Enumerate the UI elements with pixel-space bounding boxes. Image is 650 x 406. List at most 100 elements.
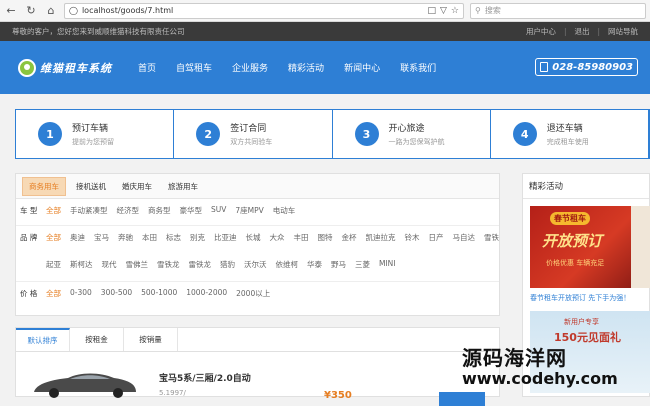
brand-option[interactable]: 凯迪拉克 bbox=[366, 232, 396, 255]
brand-option[interactable]: 奔驰 bbox=[118, 232, 133, 255]
address-bar[interactable]: ◯ localhost/goods/7.html □ ▽ ☆ bbox=[64, 2, 464, 19]
price-option[interactable]: 1000-2000 bbox=[186, 288, 227, 309]
brand-option[interactable]: 马自达 bbox=[453, 232, 476, 255]
price-option[interactable]: 0-300 bbox=[70, 288, 92, 309]
tab-airport[interactable]: 接机送机 bbox=[70, 178, 112, 195]
filter-row-brand: 品 牌 全部 奥迪 宝马 奔驰 本田 标志 别克 比亚迪 长城 大众 丰田 图特 金杯 凯迪拉克 铃木 日产马… bbox=[16, 225, 499, 281]
browser-search-field[interactable]: ⚲ 搜索 bbox=[470, 2, 646, 19]
brand-option[interactable]: 铃木 bbox=[405, 232, 420, 255]
filter-label: 车 型 bbox=[20, 206, 38, 215]
logout-link[interactable]: 退出 bbox=[574, 26, 589, 37]
price-option[interactable]: 300-500 bbox=[101, 288, 132, 309]
nav-item-news[interactable]: 新闻中心 bbox=[344, 61, 380, 74]
type-option[interactable]: 手动紧凑型 bbox=[70, 205, 108, 225]
logo[interactable]: 维猫租车系统 bbox=[18, 58, 112, 77]
book-button[interactable] bbox=[439, 392, 485, 406]
back-icon[interactable]: ← bbox=[4, 4, 18, 18]
brand-option[interactable]: 奥迪 bbox=[70, 232, 85, 255]
brand-option[interactable]: 雪铁 bbox=[484, 232, 499, 255]
price-option[interactable]: 全部 bbox=[46, 288, 61, 309]
tab-sort-default[interactable]: 默认排序 bbox=[16, 328, 70, 351]
tab-sort-sales[interactable]: 按销量 bbox=[124, 328, 178, 351]
url-text[interactable]: localhost/goods/7.html bbox=[82, 6, 424, 15]
nav-item-enterprise[interactable]: 企业服务 bbox=[232, 61, 268, 74]
site-topbar: 尊敬的客户，您好您来到威顺维猫科技有限责任公司 用户中心 | 退出 | 网站导航 bbox=[0, 22, 650, 41]
brand-option[interactable]: 图特 bbox=[318, 232, 333, 255]
brand-option[interactable]: 别克 bbox=[190, 232, 205, 255]
brand-option[interactable]: 三菱 bbox=[355, 259, 370, 282]
step-subtitle: 完成租车使用 bbox=[546, 138, 589, 146]
tab-travel[interactable]: 旅游用车 bbox=[162, 178, 204, 195]
type-option[interactable]: 7座MPV bbox=[235, 205, 263, 225]
tab-business[interactable]: 商务用车 bbox=[22, 176, 66, 196]
brand-option[interactable]: 比亚迪 bbox=[214, 232, 237, 255]
brand-option[interactable]: 斯柯达 bbox=[70, 259, 93, 282]
brand-option[interactable]: 日产 bbox=[429, 232, 444, 255]
brand-option[interactable]: 雷铁龙 bbox=[189, 259, 212, 282]
filter-options: 全部 手动紧凑型 经济型 商务型 豪华型 SUV 7座MPV 电动车 bbox=[46, 205, 295, 225]
star-icon[interactable]: ☆ bbox=[451, 6, 459, 16]
brand-option[interactable]: 起亚 bbox=[46, 259, 61, 282]
brand-option[interactable]: 雪佛兰 bbox=[126, 259, 149, 282]
tab-wedding[interactable]: 婚庆用车 bbox=[116, 178, 158, 195]
filter-row-type: 车 型 全部 手动紧凑型 经济型 商务型 豪华型 SUV 7座MPV 电动车 bbox=[16, 199, 499, 225]
promo-caption-link[interactable]: 春节租车开放预订 先下手为强！ bbox=[523, 288, 649, 303]
filter-options: 全部 0-300 300-500 500-1000 1000-2000 2000以上 bbox=[46, 288, 270, 309]
site-nav-link[interactable]: 网站导航 bbox=[608, 26, 638, 37]
brand-option[interactable]: 现代 bbox=[102, 259, 117, 282]
type-option[interactable]: SUV bbox=[211, 205, 226, 225]
pocket-icon[interactable]: ▽ bbox=[440, 6, 447, 16]
brand-option[interactable]: 宝马 bbox=[94, 232, 109, 255]
price-option[interactable]: 500-1000 bbox=[141, 288, 177, 309]
car-name[interactable]: 宝马5系/三厢/2.0自动 bbox=[159, 371, 251, 384]
car-price: ¥350 bbox=[324, 390, 352, 401]
nav-item-home[interactable]: 首页 bbox=[138, 61, 156, 74]
filter-label: 价 格 bbox=[20, 289, 38, 298]
type-option[interactable]: 商务型 bbox=[148, 205, 171, 225]
nav-item-contact[interactable]: 联系我们 bbox=[400, 61, 436, 74]
home-icon[interactable]: ⌂ bbox=[44, 4, 58, 18]
nav-item-events[interactable]: 精彩活动 bbox=[288, 61, 324, 74]
filter-row-price: 价 格 全部 0-300 300-500 500-1000 1000-2000 2000以… bbox=[16, 281, 499, 309]
brand-option[interactable]: 沃尔沃 bbox=[244, 259, 267, 282]
filter-label: 品 牌 bbox=[20, 233, 38, 242]
brand-option[interactable]: 猎豹 bbox=[220, 259, 235, 282]
site-header: 维猫租车系统 首页 自驾租车 企业服务 精彩活动 新闻中心 联系我们 028-8… bbox=[0, 41, 650, 94]
step-title: 开心旅途 bbox=[388, 124, 425, 134]
type-option[interactable]: 电动车 bbox=[273, 205, 296, 225]
type-option[interactable]: 全部 bbox=[46, 205, 61, 225]
brand-option[interactable]: MINI bbox=[379, 259, 396, 282]
brand-option[interactable]: 大众 bbox=[270, 232, 285, 255]
type-option[interactable]: 经济型 bbox=[117, 205, 140, 225]
user-center-link[interactable]: 用户中心 bbox=[526, 26, 556, 37]
brand-option[interactable]: 丰田 bbox=[294, 232, 309, 255]
promo-subline: 价格优惠 车辆充足 bbox=[546, 259, 605, 267]
reload-icon[interactable]: ↻ bbox=[24, 4, 38, 18]
brand-option[interactable]: 依维柯 bbox=[276, 259, 299, 282]
type-option[interactable]: 豪华型 bbox=[180, 205, 203, 225]
brand-option[interactable]: 标志 bbox=[166, 232, 181, 255]
step-number: 1 bbox=[38, 122, 62, 146]
promo-banner-spring[interactable]: 春节租车 开放预订 价格优惠 车辆充足 bbox=[530, 206, 650, 288]
step-subtitle: 一路为您保驾护航 bbox=[388, 138, 445, 146]
phone-icon bbox=[540, 62, 549, 72]
logo-icon bbox=[18, 58, 36, 77]
tab-sort-price[interactable]: 按租金 bbox=[70, 328, 124, 351]
step-title: 退还车辆 bbox=[546, 124, 583, 134]
brand-option[interactable]: 金杯 bbox=[342, 232, 357, 255]
brand-option[interactable]: 本田 bbox=[142, 232, 157, 255]
car-image[interactable] bbox=[30, 368, 140, 398]
reader-icon[interactable]: □ bbox=[427, 6, 436, 16]
brand-option[interactable]: 雪铁龙 bbox=[157, 259, 180, 282]
divider: | bbox=[563, 27, 567, 36]
brand-option[interactable]: 野马 bbox=[331, 259, 346, 282]
brand-option[interactable]: 全部 bbox=[46, 232, 61, 255]
watermark-title: 源码海洋网 bbox=[462, 346, 567, 370]
filter-panel: 商务用车 接机送机 婚庆用车 旅游用车 车 型 全部 手动紧凑型 经济型 商务型 豪华型… bbox=[15, 173, 500, 316]
brand-option[interactable]: 华泰 bbox=[307, 259, 322, 282]
welcome-text: 尊敬的客户，您好您来到威顺维猫科技有限责任公司 bbox=[12, 27, 185, 36]
brand-option[interactable]: 长城 bbox=[246, 232, 261, 255]
nav-item-self-drive[interactable]: 自驾租车 bbox=[176, 61, 212, 74]
step-title: 签订合同 bbox=[230, 124, 267, 134]
price-option[interactable]: 2000以上 bbox=[236, 288, 270, 309]
